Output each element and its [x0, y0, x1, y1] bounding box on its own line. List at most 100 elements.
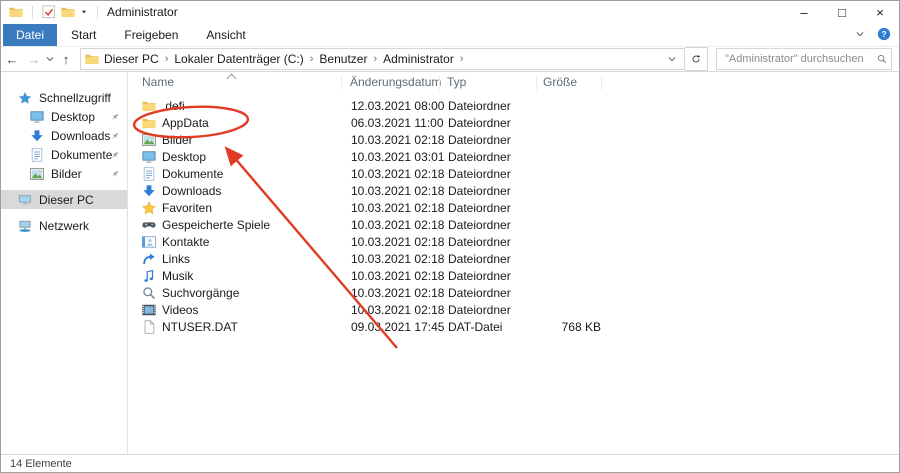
close-button[interactable]: ×	[861, 1, 899, 23]
minimize-button[interactable]: –	[785, 1, 823, 23]
file-type: Dateiordner	[448, 218, 511, 232]
expand-ribbon-icon[interactable]	[855, 29, 865, 39]
file-row-suchvorg-nge[interactable]: Suchvorgänge10.03.2021 02:18Dateiordner	[128, 285, 899, 302]
contact-card-icon	[142, 235, 156, 249]
music-note-icon	[142, 269, 156, 283]
file-type: Dateiordner	[448, 269, 511, 283]
breadcrumb-item[interactable]: Lokaler Datenträger (C:)	[171, 52, 306, 66]
sidebar-item-downloads[interactable]: Downloads	[1, 126, 127, 145]
breadcrumb-item[interactable]: Dieser PC	[101, 52, 162, 66]
column-header-date[interactable]: Änderungsdatum	[350, 75, 441, 89]
breadcrumb-item[interactable]: Administrator	[380, 52, 457, 66]
new-folder-icon[interactable]	[61, 5, 75, 19]
sidebar-item-schnellzugriff[interactable]: Schnellzugriff	[1, 88, 127, 107]
file-row-appdata[interactable]: AppData 06.03.2021 11:00 Dateiordner	[128, 115, 899, 132]
file-date: 10.03.2021 02:18	[351, 133, 444, 147]
up-button[interactable]: ↑	[55, 52, 77, 67]
tab-ansicht[interactable]: Ansicht	[192, 24, 259, 46]
file-type: Dateiordner	[448, 167, 511, 181]
file-row-videos[interactable]: Videos10.03.2021 02:18Dateiordner	[128, 302, 899, 319]
refresh-button[interactable]	[685, 47, 708, 71]
status-bar: 14 Elemente	[1, 454, 899, 472]
column-divider[interactable]	[439, 76, 440, 90]
file-type: Dateiordner	[448, 99, 511, 113]
file-name: .defi	[162, 99, 185, 113]
file-icon	[142, 320, 156, 334]
file-row-kontakte[interactable]: Kontakte10.03.2021 02:18Dateiordner	[128, 234, 899, 251]
file-row-gespeicherte-spiele[interactable]: Gespeicherte Spiele10.03.2021 02:18Datei…	[128, 217, 899, 234]
file-date: 10.03.2021 02:18	[351, 269, 444, 283]
address-bar[interactable]: Dieser PC›Lokaler Datenträger (C:)›Benut…	[80, 48, 685, 70]
column-header-type[interactable]: Typ	[447, 75, 466, 89]
pin-icon	[110, 150, 120, 160]
file-row-links[interactable]: Links10.03.2021 02:18Dateiordner	[128, 251, 899, 268]
file-date: 10.03.2021 02:18	[351, 252, 444, 266]
sidebar-item-desktop[interactable]: Desktop	[1, 107, 127, 126]
file-row-dokumente[interactable]: Dokumente10.03.2021 02:18Dateiordner	[128, 166, 899, 183]
file-date: 10.03.2021 03:01	[351, 150, 444, 164]
column-divider[interactable]	[536, 76, 537, 90]
file-row-favoriten[interactable]: Favoriten10.03.2021 02:18Dateiordner	[128, 200, 899, 217]
file-row--defi[interactable]: .defi 12.03.2021 08:00 Dateiordner	[128, 98, 899, 115]
file-row-desktop[interactable]: Desktop10.03.2021 03:01Dateiordner	[128, 149, 899, 166]
breadcrumb-item[interactable]: Benutzer	[316, 52, 370, 66]
breadcrumb-separator[interactable]: ›	[162, 53, 172, 65]
file-date: 09.03.2021 17:45	[351, 320, 444, 334]
breadcrumb-separator[interactable]: ›	[457, 53, 467, 65]
window-title: Administrator	[107, 5, 178, 19]
file-name: Desktop	[162, 150, 206, 164]
address-dropdown-icon[interactable]	[662, 54, 682, 64]
file-type: Dateiordner	[448, 201, 511, 215]
help-icon[interactable]: ?	[877, 27, 891, 41]
sidebar-item-dokumente[interactable]: Dokumente	[1, 145, 127, 164]
file-name: Downloads	[162, 184, 221, 198]
app-folder-icon	[9, 5, 23, 19]
file-name: Favoriten	[162, 201, 212, 215]
file-date: 10.03.2021 02:18	[351, 235, 444, 249]
column-divider[interactable]	[341, 76, 342, 90]
column-divider[interactable]	[601, 76, 602, 90]
file-date: 12.03.2021 08:00	[351, 99, 444, 113]
search-input[interactable]	[723, 52, 877, 66]
column-header-name[interactable]: Name	[142, 75, 174, 89]
properties-icon[interactable]	[42, 5, 56, 19]
customize-toolbar-icon[interactable]	[80, 8, 88, 16]
divider	[97, 6, 98, 19]
navigation-bar: ← → ↑ Dieser PC›Lokaler Datenträger (C:)…	[1, 47, 899, 72]
sidebar-item-label: Desktop	[51, 110, 95, 124]
file-type: Dateiordner	[448, 133, 511, 147]
pin-icon	[110, 131, 120, 141]
file-date: 10.03.2021 02:18	[351, 303, 444, 317]
file-name: Links	[162, 252, 190, 266]
file-name: AppData	[162, 116, 209, 130]
address-folder-icon	[85, 52, 99, 66]
main-area: SchnellzugriffDesktopDownloadsDokumenteB…	[1, 72, 899, 458]
divider	[32, 6, 33, 19]
breadcrumb-separator[interactable]: ›	[307, 53, 317, 65]
file-row-bilder[interactable]: Bilder10.03.2021 02:18Dateiordner	[128, 132, 899, 149]
file-row-downloads[interactable]: Downloads10.03.2021 02:18Dateiordner	[128, 183, 899, 200]
download-arrow-icon	[142, 184, 156, 198]
breadcrumb-separator[interactable]: ›	[370, 53, 380, 65]
file-date: 10.03.2021 02:18	[351, 184, 444, 198]
file-date: 06.03.2021 11:00	[351, 116, 444, 130]
sidebar-item-bilder[interactable]: Bilder	[1, 164, 127, 183]
file-type: Dateiordner	[448, 116, 511, 130]
back-button[interactable]: ←	[1, 52, 23, 67]
file-row-musik[interactable]: Musik 10.03.2021 02:18 Dateiordner	[128, 268, 899, 285]
column-header-size[interactable]: Größe	[543, 75, 577, 89]
file-name: NTUSER.DAT	[162, 320, 238, 334]
file-row-ntuser-dat[interactable]: NTUSER.DAT09.03.2021 17:45DAT-Datei768 K…	[128, 319, 899, 336]
tab-start[interactable]: Start	[57, 24, 110, 46]
folder-icon	[142, 116, 156, 130]
sidebar-item-netzwerk[interactable]: Netzwerk	[1, 216, 127, 235]
tab-datei[interactable]: Datei	[3, 24, 57, 46]
file-name: Musik	[162, 269, 193, 283]
sidebar-item-dieser-pc[interactable]: Dieser PC	[1, 190, 127, 209]
tab-freigeben[interactable]: Freigeben	[110, 24, 192, 46]
forward-button[interactable]: →	[23, 52, 45, 67]
maximize-button[interactable]: □	[823, 1, 861, 23]
search-box[interactable]	[716, 48, 892, 70]
recent-locations-icon[interactable]	[45, 54, 55, 64]
search-icon[interactable]	[877, 54, 887, 64]
